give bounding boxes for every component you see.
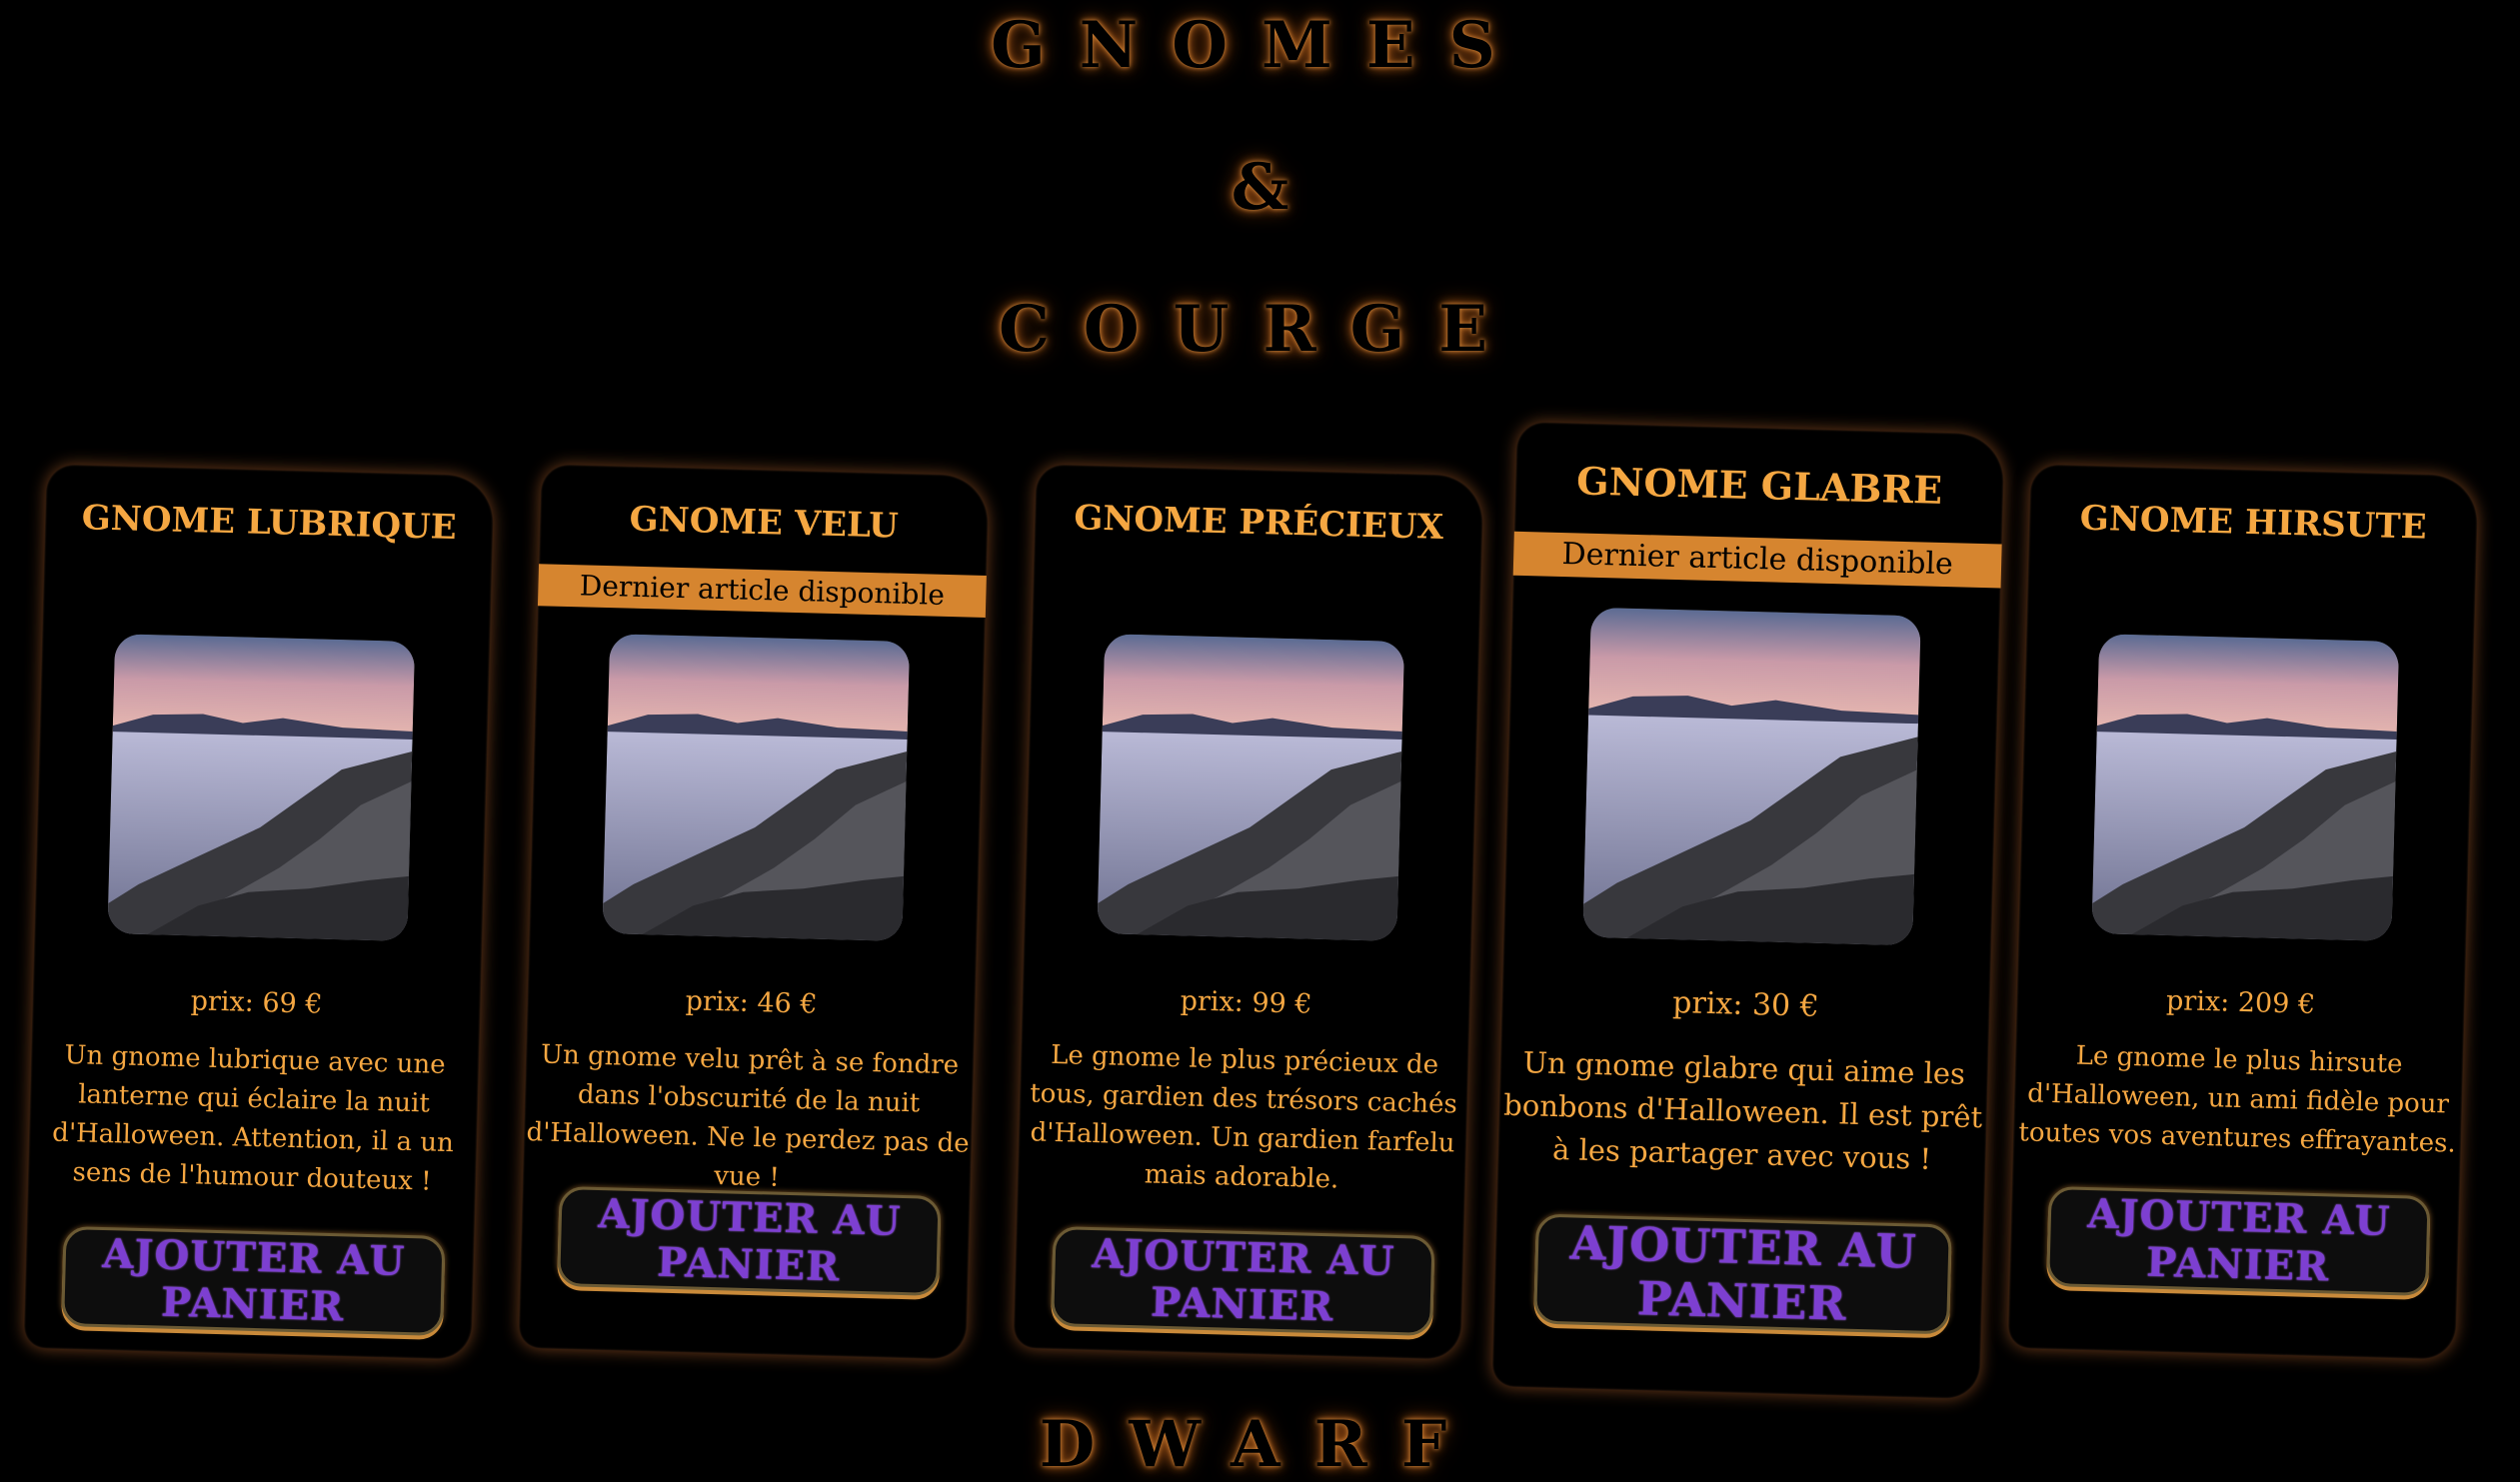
product-image[interactable] [1582,607,1921,946]
product-image[interactable] [602,634,911,941]
product-card-velu: GNOME VELU Dernier article disponible pr… [518,464,990,1360]
product-description: Un gnome lubrique avec une lanterne qui … [51,1039,455,1197]
product-image[interactable] [107,634,416,941]
product-card-glabre: GNOME GLABRE Dernier article disponible … [1491,421,2005,1400]
product-description: Un gnome glabre qui aime les bonbons d'H… [1502,1045,1983,1176]
product-card-precieux: GNOME PRÉCIEUX prix: 99 € Le gnome le pl… [1013,464,1484,1360]
product-title: GNOME PRÉCIEUX [1073,498,1444,548]
product-card-lubrique: GNOME LUBRIQUE prix: 69 € Un gnome lubri… [23,464,495,1360]
add-to-cart-button[interactable]: AJOUTER AU PANIER [61,1225,446,1336]
add-to-cart-button[interactable]: AJOUTER AU PANIER [1533,1213,1952,1335]
product-image[interactable] [1097,634,1405,941]
site-title-gnomes: GNOMES [991,8,1529,83]
add-to-cart-button[interactable]: AJOUTER AU PANIER [557,1186,942,1296]
product-price: prix: 30 € [1671,985,1820,1024]
product-price: prix: 46 € [685,985,818,1020]
product-card-hirsute: GNOME HIRSUTE prix: 209 € Le gnome le pl… [2007,464,2479,1360]
product-image[interactable] [2091,634,2400,941]
product-description: Un gnome velu prêt à se fondre dans l'ob… [526,1039,970,1193]
last-item-banner: Dernier article disponible [537,564,987,618]
product-price: prix: 209 € [2165,985,2316,1020]
add-to-cart-button[interactable]: AJOUTER AU PANIER [1051,1225,1435,1336]
product-title: GNOME GLABRE [1575,458,1943,513]
site-title-ampersand: & [1231,150,1289,225]
product-price: prix: 99 € [1180,985,1312,1020]
product-description: Le gnome le plus hirsute d'Halloween, un… [2018,1040,2457,1159]
last-item-banner: Dernier article disponible [1512,531,2002,589]
product-description: Le gnome le plus précieux de tous, gardi… [1029,1039,1458,1195]
product-title: GNOME VELU [629,499,900,547]
product-price: prix: 69 € [190,985,323,1020]
site-title-courge: COURGE [998,292,1522,367]
add-to-cart-button[interactable]: AJOUTER AU PANIER [2046,1186,2431,1296]
product-title: GNOME HIRSUTE [2079,498,2428,548]
product-title: GNOME LUBRIQUE [81,498,458,549]
site-title-dwarf: DWARF [1039,1407,1481,1482]
